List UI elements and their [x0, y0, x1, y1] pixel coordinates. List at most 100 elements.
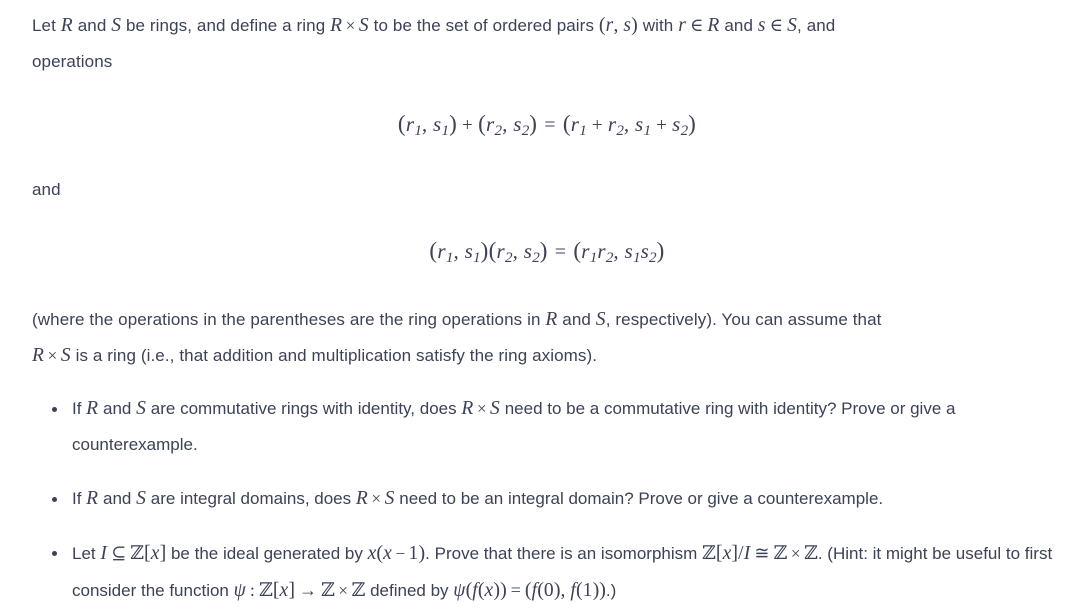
equals-operator-icon: =: [554, 241, 567, 264]
equation-multiplication-body: (r1, s1)(r2, s2) = (r1r2, s1s2): [429, 238, 664, 267]
math-ideal-subset: I ⊆ ℤ[x]: [100, 542, 166, 565]
minus-operator-icon: −: [395, 544, 406, 564]
subscript-2: 2: [649, 250, 657, 267]
subscript-1: 1: [441, 123, 450, 140]
times-operator-icon: ×: [338, 581, 348, 601]
math-number-0: 0: [543, 580, 554, 602]
math-integers-Z: ℤ: [351, 579, 366, 602]
math-var-S: S: [358, 15, 369, 36]
item-text-1: If: [72, 399, 87, 419]
paren-open: (: [524, 579, 532, 602]
math-var-s: s: [513, 112, 522, 136]
math-var-x: x: [150, 543, 160, 565]
item-text-3: . Prove that there is an isomorphism: [425, 544, 703, 564]
math-isomorphism-statement: ℤ[x]/I ≅ ℤ × ℤ: [702, 542, 818, 565]
subscript-1: 1: [473, 250, 481, 267]
math-var-s: s: [464, 239, 474, 264]
subscript-2: 2: [494, 123, 503, 140]
paren-close: ): [656, 238, 665, 264]
math-var-r: r: [581, 239, 590, 264]
subscript-2: 2: [616, 123, 624, 140]
equation-addition: (r1, s1) + (r2, s2) = (r1 + r2, s1 + s2): [32, 111, 1062, 140]
math-comma: ,: [502, 112, 508, 136]
bullet-icon: [52, 497, 57, 503]
math-var-r: r: [678, 15, 686, 36]
subset-of-icon: ⊆: [111, 543, 127, 564]
math-var-S: S: [60, 345, 71, 367]
math-integers-Z: ℤ: [321, 579, 335, 602]
math-var-R: R: [60, 15, 73, 36]
intro-text-6: and: [719, 16, 758, 35]
math-var-s: s: [433, 112, 442, 136]
paren-close: ): [539, 238, 548, 264]
math-var-r: r: [496, 239, 506, 264]
math-psi-signature: ψ: ℤ[x] → ℤ × ℤ: [234, 579, 366, 602]
item-text-3: are integral domains, does: [146, 489, 356, 509]
document-page: Let R and S be rings, and define a ring …: [0, 0, 1092, 601]
math-integers-Z: ℤ: [773, 542, 788, 565]
paren-open: (: [537, 579, 544, 602]
math-var-R: R: [32, 345, 45, 367]
math-var-s: s: [624, 239, 633, 264]
math-var-s: s: [635, 112, 644, 136]
item-text-4: need to be an integral domain? Prove or …: [394, 489, 884, 509]
problem-list: If R and S are commutative rings with id…: [32, 391, 1062, 609]
subscript-1: 1: [643, 123, 652, 140]
assumption-text-4: is a ring (i.e., that addition and multi…: [70, 346, 598, 366]
paren-close: ): [599, 579, 606, 602]
math-r-in-R: r ∈ R: [678, 15, 719, 36]
subscript-2: 2: [505, 250, 513, 267]
math-product-RS: R × S: [32, 345, 71, 367]
math-var-s: s: [640, 239, 650, 264]
subscript-1: 1: [633, 250, 641, 267]
math-psi-definition: ψ(f(x)) = (f(0), f(1)): [453, 579, 606, 602]
math-comma: ,: [560, 580, 566, 602]
item-text-5: defined by: [365, 581, 454, 601]
math-var-x: x: [383, 543, 392, 565]
math-var-s: s: [623, 15, 632, 36]
intro-paragraph: Let R and S be rings, and define a ring …: [32, 0, 1062, 80]
bracket-close: ]: [288, 579, 296, 602]
paren-close: ): [553, 579, 561, 602]
intro-text-5: with: [637, 16, 679, 35]
item-text-1: Let: [72, 544, 101, 564]
math-var-S: S: [111, 15, 122, 36]
math-product-RS: R × S: [461, 398, 500, 420]
bracket-open: [: [144, 542, 151, 565]
paren-open: (: [477, 579, 485, 602]
math-ordered-pair: (r, s): [599, 14, 638, 36]
math-integers-Z: ℤ: [130, 542, 145, 565]
plus-operator-icon: +: [591, 115, 603, 136]
times-operator-icon: ×: [790, 544, 801, 564]
paren-open: (: [562, 111, 571, 136]
times-operator-icon: ×: [47, 346, 58, 366]
paren-close: ): [480, 238, 489, 264]
math-var-r: r: [570, 112, 580, 136]
equals-operator-icon: =: [510, 580, 521, 601]
item-text-2: be the ideal generated by: [166, 544, 368, 564]
math-number-1: 1: [408, 543, 419, 565]
math-comma: ,: [613, 239, 619, 264]
element-of-icon: ∈: [689, 15, 704, 35]
math-product-RS: R × S: [355, 488, 395, 510]
intro-text-8: operations: [32, 52, 113, 71]
assumption-text-1: (where the operations in the parentheses…: [32, 310, 546, 330]
math-var-R: R: [545, 309, 558, 331]
math-var-x: x: [279, 580, 289, 602]
math-var-S: S: [787, 15, 798, 36]
math-var-S: S: [384, 488, 395, 510]
bullet-icon: [52, 407, 57, 413]
math-var-s: s: [757, 15, 766, 36]
math-var-R: R: [330, 15, 343, 36]
bullet-icon: [52, 551, 57, 557]
equation-multiplication: (r1, s1)(r2, s2) = (r1r2, s1s2): [32, 238, 1062, 267]
item-text-6: .): [605, 581, 617, 601]
math-var-S: S: [490, 398, 500, 420]
math-integers-Z: ℤ: [258, 579, 273, 602]
colon-separator: :: [249, 580, 255, 601]
list-item: If R and S are commutative rings with id…: [32, 391, 1062, 463]
math-var-s: s: [672, 112, 681, 136]
math-var-R: R: [355, 488, 368, 510]
math-var-r: r: [486, 112, 495, 136]
paren-close: ): [500, 579, 507, 602]
